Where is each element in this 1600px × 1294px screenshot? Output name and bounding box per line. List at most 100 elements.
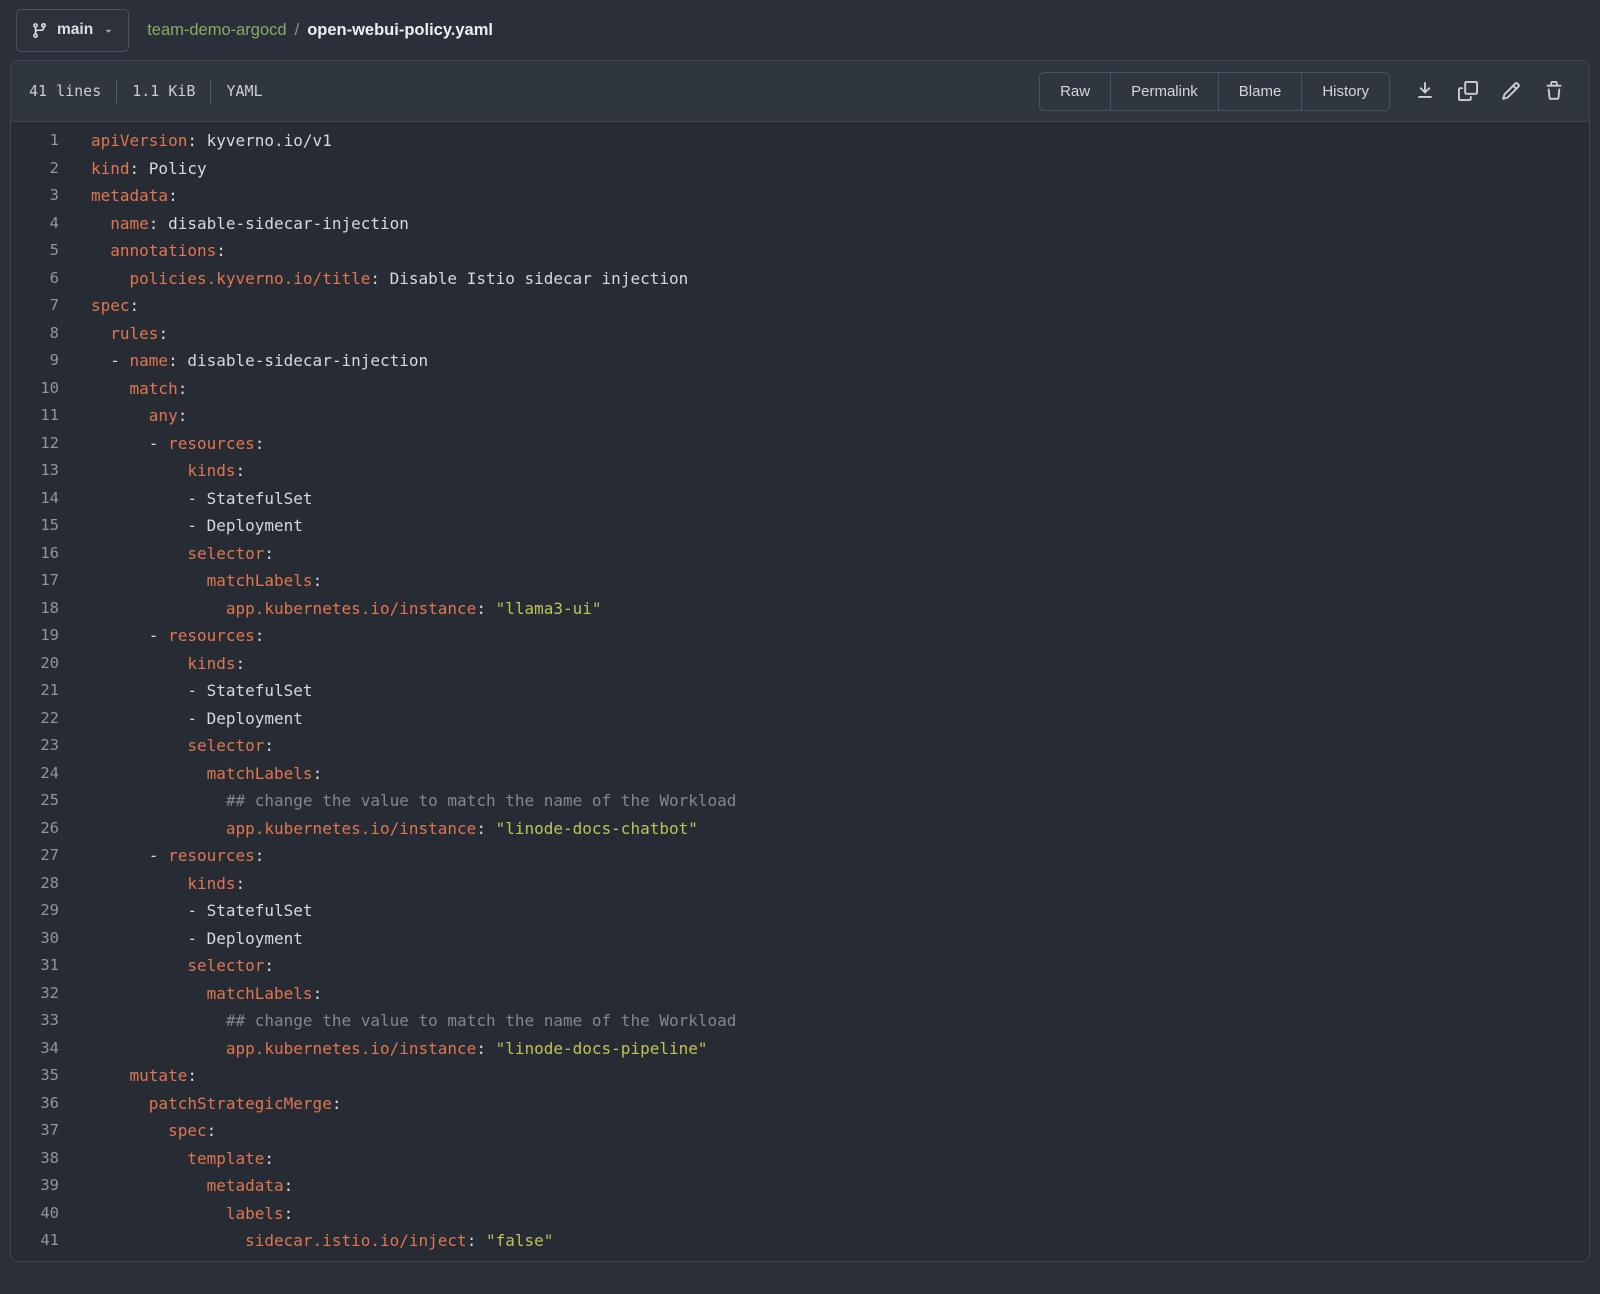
git-branch-icon xyxy=(31,22,48,39)
line-number[interactable]: 8 xyxy=(11,320,59,348)
code-line: 40 labels: xyxy=(11,1200,1589,1228)
code-line-content: app.kubernetes.io/instance: "linode-docs… xyxy=(59,815,698,843)
line-number[interactable]: 41 xyxy=(11,1227,59,1255)
line-number[interactable]: 21 xyxy=(11,677,59,705)
trash-icon xyxy=(1544,81,1564,101)
breadcrumb-separator: / xyxy=(295,21,300,40)
history-button[interactable]: History xyxy=(1301,73,1389,110)
download-button[interactable] xyxy=(1408,74,1442,108)
code-line: 29 - StatefulSet xyxy=(11,897,1589,925)
code-line-content: spec: xyxy=(59,1117,216,1145)
line-number[interactable]: 24 xyxy=(11,760,59,788)
code-line-content: sidecar.istio.io/inject: "false" xyxy=(59,1227,553,1255)
line-number[interactable]: 29 xyxy=(11,897,59,925)
code-line: 18 app.kubernetes.io/instance: "llama3-u… xyxy=(11,595,1589,623)
line-number[interactable]: 16 xyxy=(11,540,59,568)
code-line-content: spec: xyxy=(59,292,139,320)
delete-button[interactable] xyxy=(1537,74,1571,108)
line-number[interactable]: 19 xyxy=(11,622,59,650)
line-number[interactable]: 4 xyxy=(11,210,59,238)
permalink-button[interactable]: Permalink xyxy=(1110,73,1218,110)
code-line: 20 kinds: xyxy=(11,650,1589,678)
line-number[interactable]: 28 xyxy=(11,870,59,898)
code-line: 9 - name: disable-sidecar-injection xyxy=(11,347,1589,375)
line-number[interactable]: 25 xyxy=(11,787,59,815)
file-actions: RawPermalinkBlameHistory xyxy=(1039,72,1571,111)
code-line: 22 - Deployment xyxy=(11,705,1589,733)
line-number[interactable]: 35 xyxy=(11,1062,59,1090)
code-line-content: matchLabels: xyxy=(59,980,322,1008)
line-number[interactable]: 38 xyxy=(11,1145,59,1173)
code-line: 8 rules: xyxy=(11,320,1589,348)
code-line: 1apiVersion: kyverno.io/v1 xyxy=(11,127,1589,155)
copy-button[interactable] xyxy=(1451,74,1485,108)
file-view-panel: 41 lines 1.1 KiB YAML RawPermalinkBlameH… xyxy=(10,60,1590,1262)
raw-button[interactable]: Raw xyxy=(1040,73,1110,110)
line-number[interactable]: 7 xyxy=(11,292,59,320)
code-line: 26 app.kubernetes.io/instance: "linode-d… xyxy=(11,815,1589,843)
line-number[interactable]: 9 xyxy=(11,347,59,375)
line-number[interactable]: 15 xyxy=(11,512,59,540)
code-line-content: template: xyxy=(59,1145,274,1173)
line-number[interactable]: 2 xyxy=(11,155,59,183)
line-number[interactable]: 32 xyxy=(11,980,59,1008)
line-number[interactable]: 39 xyxy=(11,1172,59,1200)
code-line: 4 name: disable-sidecar-injection xyxy=(11,210,1589,238)
code-line-content: app.kubernetes.io/instance: "llama3-ui" xyxy=(59,595,602,623)
code-line-content: metadata: xyxy=(59,182,178,210)
line-number[interactable]: 10 xyxy=(11,375,59,403)
code-line-content: policies.kyverno.io/title: Disable Istio… xyxy=(59,265,688,293)
code-line-content: kind: Policy xyxy=(59,155,207,183)
line-number[interactable]: 26 xyxy=(11,815,59,843)
line-number[interactable]: 34 xyxy=(11,1035,59,1063)
line-number[interactable]: 33 xyxy=(11,1007,59,1035)
line-number[interactable]: 17 xyxy=(11,567,59,595)
branch-selector[interactable]: main xyxy=(16,9,129,52)
code-view: 1apiVersion: kyverno.io/v12kind: Policy3… xyxy=(11,122,1589,1262)
line-number[interactable]: 18 xyxy=(11,595,59,623)
file-lines-count: 41 lines xyxy=(29,82,101,100)
line-number[interactable]: 37 xyxy=(11,1117,59,1145)
line-number[interactable]: 5 xyxy=(11,237,59,265)
code-line: 6 policies.kyverno.io/title: Disable Ist… xyxy=(11,265,1589,293)
code-line: 39 metadata: xyxy=(11,1172,1589,1200)
line-number[interactable]: 30 xyxy=(11,925,59,953)
code-line: 30 - Deployment xyxy=(11,925,1589,953)
code-line-content: - Deployment xyxy=(59,925,303,953)
line-number[interactable]: 23 xyxy=(11,732,59,760)
line-number[interactable]: 20 xyxy=(11,650,59,678)
code-line-content: selector: xyxy=(59,952,274,980)
code-line: 28 kinds: xyxy=(11,870,1589,898)
code-line: 19 - resources: xyxy=(11,622,1589,650)
pencil-icon xyxy=(1501,81,1521,101)
code-line: 27 - resources: xyxy=(11,842,1589,870)
line-number[interactable]: 11 xyxy=(11,402,59,430)
line-number[interactable]: 27 xyxy=(11,842,59,870)
line-number[interactable]: 1 xyxy=(11,127,59,155)
code-line: 12 - resources: xyxy=(11,430,1589,458)
line-number[interactable]: 36 xyxy=(11,1090,59,1118)
code-line-content: - resources: xyxy=(59,842,264,870)
code-line-content: kinds: xyxy=(59,457,245,485)
edit-button[interactable] xyxy=(1494,74,1528,108)
code-line-content: kinds: xyxy=(59,870,245,898)
breadcrumb-file-name: open-webui-policy.yaml xyxy=(307,21,493,40)
line-number[interactable]: 6 xyxy=(11,265,59,293)
line-number[interactable]: 22 xyxy=(11,705,59,733)
branch-name: main xyxy=(57,21,93,39)
code-line-content: any: xyxy=(59,402,187,430)
line-number[interactable]: 3 xyxy=(11,182,59,210)
line-number[interactable]: 14 xyxy=(11,485,59,513)
divider xyxy=(210,80,211,103)
chevron-down-icon xyxy=(102,24,115,37)
line-number[interactable]: 12 xyxy=(11,430,59,458)
code-line-content: name: disable-sidecar-injection xyxy=(59,210,409,238)
blame-button[interactable]: Blame xyxy=(1218,73,1302,110)
line-number[interactable]: 31 xyxy=(11,952,59,980)
line-number[interactable]: 13 xyxy=(11,457,59,485)
code-line-content: mutate: xyxy=(59,1062,197,1090)
breadcrumb-repo-link[interactable]: team-demo-argocd xyxy=(147,21,286,40)
line-number[interactable]: 40 xyxy=(11,1200,59,1228)
copy-icon xyxy=(1458,81,1478,101)
code-line-content: - Deployment xyxy=(59,705,303,733)
